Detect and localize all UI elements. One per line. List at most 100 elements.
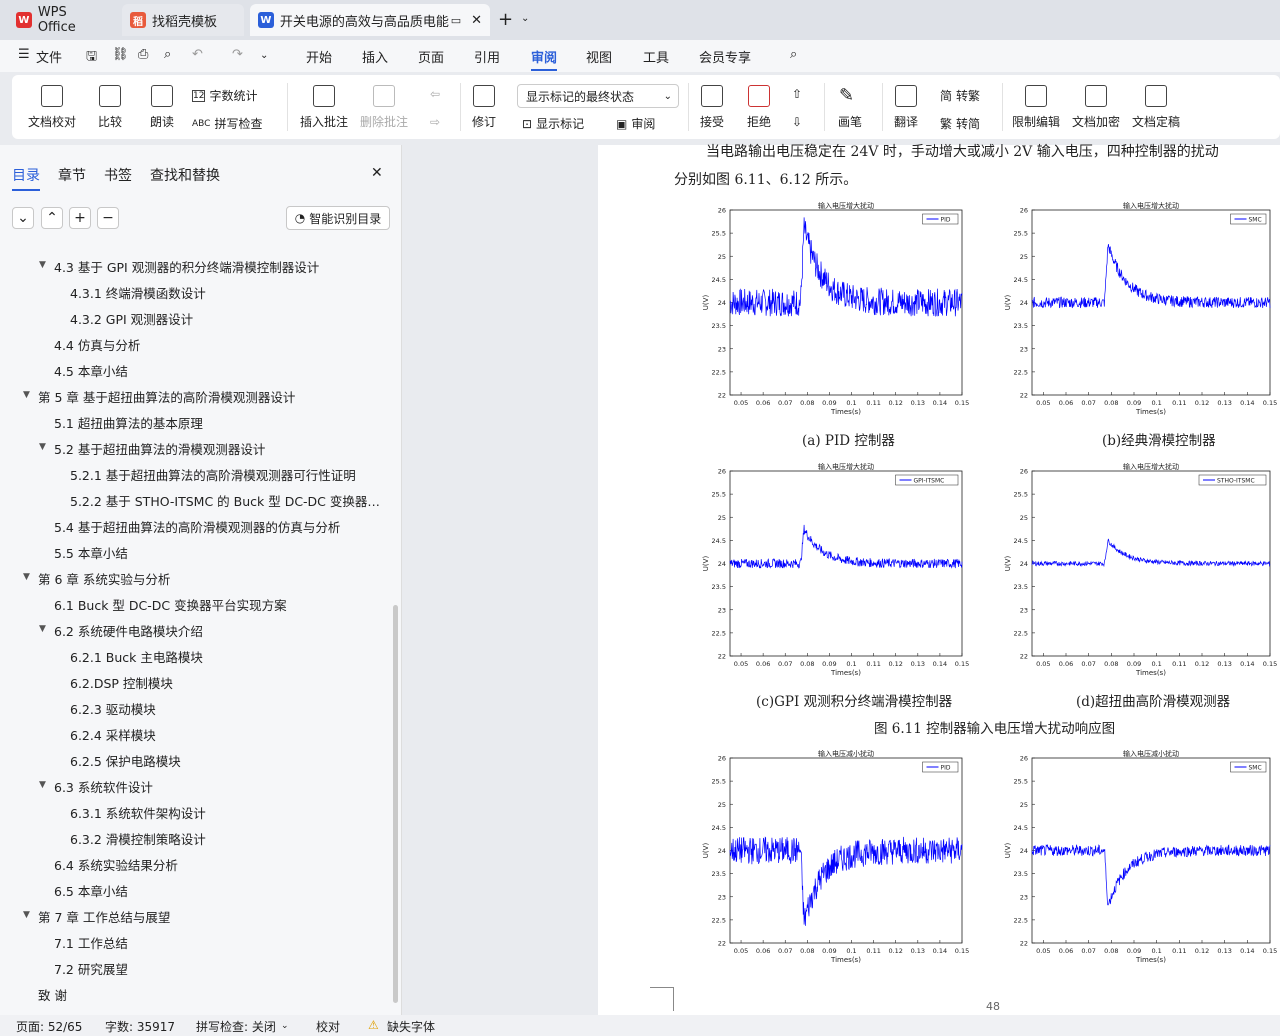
toc-item[interactable]: 4.5 本章小结 — [54, 361, 128, 380]
toc-item[interactable]: 6.5 本章小结 — [54, 881, 128, 900]
remove-icon[interactable]: − — [97, 207, 119, 229]
tab-document[interactable]: W 开关电源的高效与高品质电能 ▭ ✕ — [250, 4, 490, 36]
pen-button[interactable]: ✎ 画笔 — [838, 85, 862, 130]
hamburger-icon[interactable]: ☰ — [18, 47, 30, 62]
expand-arrow-icon[interactable]: ▼ — [39, 624, 46, 634]
spell-check-button[interactable]: ABC 拼写检查 — [192, 115, 262, 132]
toc-item[interactable]: 6.4 系统实验结果分析 — [54, 855, 178, 874]
redo-icon[interactable]: ↷ — [232, 47, 243, 62]
close-icon[interactable]: ✕ — [371, 165, 383, 181]
restrict-edit-button[interactable]: 限制编辑 — [1012, 85, 1060, 130]
undo-icon[interactable]: ↶ — [192, 47, 203, 62]
link-icon[interactable]: ⛓ — [112, 47, 129, 62]
toc-item[interactable]: 5.1 超扭曲算法的基本原理 — [54, 413, 203, 432]
expand-arrow-icon[interactable]: ▼ — [39, 442, 46, 452]
markup-state-select[interactable]: 显示标记的最终状态 ⌄ — [517, 84, 679, 108]
accept-button[interactable]: 接受 — [700, 85, 724, 130]
prev-change-icon[interactable]: ⇧ — [792, 87, 802, 101]
menu-start[interactable]: 开始 — [306, 47, 332, 66]
expand-arrow-icon[interactable]: ▼ — [39, 780, 46, 790]
toc-item[interactable]: 4.3.1 终端滑模函数设计 — [70, 283, 206, 302]
toc-item[interactable]: 6.2.1 Buck 主电路模块 — [70, 647, 203, 666]
search-icon[interactable]: ⌕ — [790, 47, 797, 62]
toc-item[interactable]: 5.4 基于超扭曲算法的高阶滑模观测器的仿真与分析 — [54, 517, 340, 536]
toc-item[interactable]: 5.2.1 基于超扭曲算法的高阶滑模观测器可行性证明 — [70, 465, 356, 484]
insert-comment-button[interactable]: 插入批注 — [300, 85, 348, 130]
save-icon[interactable]: 🖫 — [86, 47, 97, 69]
toc-item[interactable]: 7.2 研究展望 — [54, 959, 128, 978]
expand-arrow-icon[interactable]: ▼ — [39, 260, 46, 270]
doc-check-button[interactable]: 文档校对 — [28, 85, 76, 130]
spell-status[interactable]: 拼写检查: 关闭 — [196, 1018, 276, 1035]
menu-page[interactable]: 页面 — [418, 47, 444, 66]
toc-item[interactable]: 7.1 工作总结 — [54, 933, 128, 952]
to-simplified-button[interactable]: 繁转简 — [940, 115, 980, 132]
toc-item[interactable]: 6.2.3 驱动模块 — [70, 699, 156, 718]
tab-chapter[interactable]: 章节 — [58, 165, 86, 185]
translate-button[interactable]: 翻译 — [894, 85, 918, 130]
toc-item[interactable]: 6.2 系统硬件电路模块介绍 — [54, 621, 203, 640]
expand-icon[interactable]: ⌃ — [41, 207, 63, 229]
sidebar-scrollbar[interactable] — [393, 605, 398, 1003]
expand-arrow-icon[interactable]: ▼ — [23, 390, 30, 400]
show-markup-button[interactable]: ⊡ 显示标记 — [522, 115, 584, 132]
page-indicator[interactable]: 页面: 52/65 — [16, 1018, 82, 1035]
print-icon[interactable]: ⎙ — [138, 47, 148, 62]
expand-arrow-icon[interactable]: ▼ — [23, 910, 30, 920]
toc-item[interactable]: 第 6 章 系统实验与分析 — [38, 569, 170, 588]
toc-item[interactable]: 6.1 Buck 型 DC-DC 变换器平台实现方案 — [54, 595, 287, 614]
toc-item[interactable]: 6.3 系统软件设计 — [54, 777, 153, 796]
next-comment-icon[interactable]: ⇨ — [430, 115, 440, 129]
toc-item[interactable]: 6.3.1 系统软件架构设计 — [70, 803, 206, 822]
toc-item[interactable]: 5.2 基于超扭曲算法的滑模观测器设计 — [54, 439, 265, 458]
collapse-icon[interactable]: ⌄ — [12, 207, 34, 229]
toc-item[interactable]: 6.3.2 滑模控制策略设计 — [70, 829, 206, 848]
toc-item[interactable]: 6.2.5 保护电路模块 — [70, 751, 181, 770]
toc-item[interactable]: 第 5 章 基于超扭曲算法的高阶滑模观测器设计 — [38, 387, 295, 406]
toc-item[interactable]: 第 7 章 工作总结与展望 — [38, 907, 170, 926]
menu-view[interactable]: 视图 — [586, 47, 612, 66]
finalize-button[interactable]: 文档定稿 — [1132, 85, 1180, 130]
tab-toc[interactable]: 目录 — [12, 165, 40, 191]
word-count[interactable]: 字数: 35917 — [105, 1018, 175, 1035]
toc-item[interactable]: 6.2.4 采样模块 — [70, 725, 156, 744]
preview-icon[interactable]: ⌕ — [164, 47, 171, 62]
reject-button[interactable]: 拒绝 — [747, 85, 771, 130]
smart-toc-button[interactable]: ◔ 智能识别目录 — [286, 206, 390, 230]
toc-item[interactable]: 6.2.DSP 控制模块 — [70, 673, 173, 692]
toc-item[interactable]: 致 谢 — [38, 985, 67, 1004]
missing-font[interactable]: 缺失字体 — [387, 1018, 435, 1035]
tab-bookmark[interactable]: 书签 — [104, 165, 132, 185]
chevron-down-icon[interactable]: ⌄ — [281, 1021, 289, 1031]
close-tab-icon[interactable]: ✕ — [471, 13, 482, 28]
menu-tools[interactable]: 工具 — [643, 47, 669, 66]
compare-button[interactable]: 比较 — [98, 85, 122, 130]
to-traditional-button[interactable]: 简转繁 — [940, 87, 980, 104]
tab-wps-office[interactable]: W WPS Office — [8, 4, 116, 36]
toc-item[interactable]: 5.5 本章小结 — [54, 543, 128, 562]
toc-item[interactable]: 4.3 基于 GPI 观测器的积分终端滑模控制器设计 — [54, 257, 319, 276]
menu-review[interactable]: 审阅 — [531, 47, 558, 71]
toc-item[interactable]: 5.2.2 基于 STHO-ITSMC 的 Buck 型 DC-DC 变换器的控… — [70, 491, 385, 510]
tab-docer[interactable]: 稻找稻壳模板 — [122, 4, 244, 36]
more-chevron-icon[interactable]: ⌄ — [260, 50, 268, 61]
delete-comment-button[interactable]: 删除批注 — [360, 85, 408, 130]
menu-reference[interactable]: 引用 — [474, 47, 500, 66]
expand-arrow-icon[interactable]: ▼ — [23, 572, 30, 582]
toc-item[interactable]: 4.3.2 GPI 观测器设计 — [70, 309, 193, 328]
next-change-icon[interactable]: ⇩ — [792, 115, 802, 129]
word-count-button[interactable]: 12 字数统计 — [192, 87, 257, 104]
menu-file[interactable]: 文件 — [36, 47, 62, 66]
encrypt-button[interactable]: 文档加密 — [1072, 85, 1120, 130]
review-pane-button[interactable]: ▣ 审阅 — [616, 115, 655, 132]
toc-item[interactable]: 4.4 仿真与分析 — [54, 335, 140, 354]
tab-find-replace[interactable]: 查找和替换 — [150, 165, 220, 185]
chevron-down-icon[interactable]: ⌄ — [521, 13, 529, 24]
menu-insert[interactable]: 插入 — [362, 47, 388, 66]
proof-status[interactable]: 校对 — [316, 1018, 340, 1035]
new-tab-icon[interactable]: + — [498, 9, 513, 30]
prev-comment-icon[interactable]: ⇦ — [430, 87, 440, 101]
revise-button[interactable]: 修订 — [472, 85, 496, 130]
menu-vip[interactable]: 会员专享 — [699, 47, 751, 66]
read-aloud-button[interactable]: 朗读 — [150, 85, 174, 130]
